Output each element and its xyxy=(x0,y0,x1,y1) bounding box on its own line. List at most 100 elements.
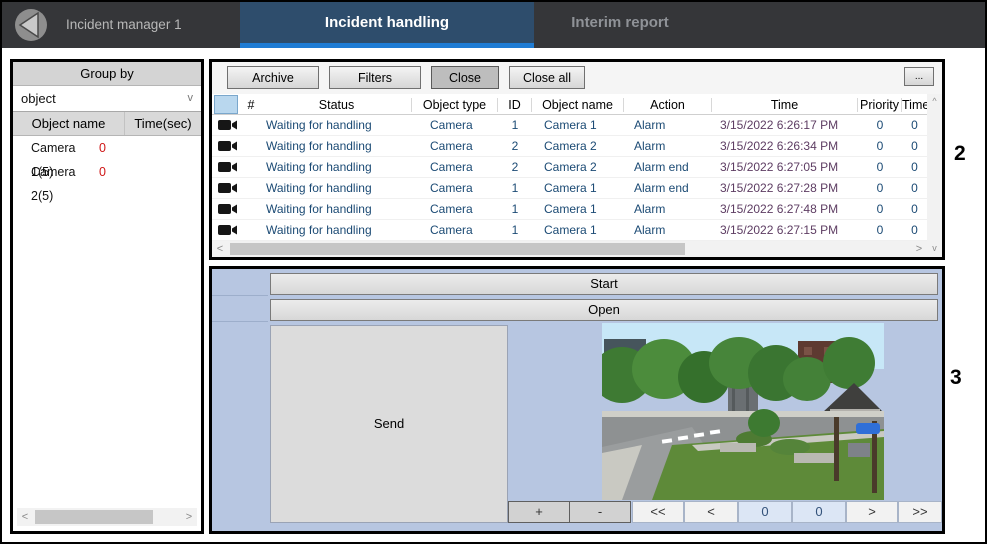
time-cell: 3/15/2022 6:26:17 PM xyxy=(720,118,839,132)
scroll-left-icon[interactable]: < xyxy=(212,240,228,258)
scroll-down-icon[interactable]: v xyxy=(927,241,942,255)
group-by-header: Group by xyxy=(13,62,201,86)
close-button[interactable]: Close xyxy=(431,66,499,89)
id-cell: 2 xyxy=(511,139,519,153)
tab-interim-report[interactable]: Interim report xyxy=(534,2,706,48)
action-cell: Alarm xyxy=(634,223,666,237)
column-status[interactable]: Status xyxy=(262,97,412,112)
time-cell: 3/15/2022 6:26:34 PM xyxy=(720,139,839,153)
incident-row[interactable]: Waiting for handling Camera 1 Camera 1 A… xyxy=(212,115,927,136)
incident-row[interactable]: Waiting for handling Camera 2 Camera 2 A… xyxy=(212,136,927,157)
time-cell: 3/15/2022 6:27:28 PM xyxy=(720,181,839,195)
chevron-down-icon: v xyxy=(187,92,194,104)
rewind-button[interactable]: << xyxy=(632,501,684,523)
zoom-in-button[interactable]: + xyxy=(508,501,570,523)
incident-list-panel: Archive Filters Close Close all ... # St… xyxy=(209,59,945,260)
fast-forward-button[interactable]: >> xyxy=(898,501,942,523)
object-type-cell: Camera xyxy=(430,139,473,153)
annotation-label-3: 3 xyxy=(950,366,962,389)
column-object-name[interactable]: Object name xyxy=(532,97,624,112)
time2-cell: 0 xyxy=(911,160,918,174)
handling-left-column xyxy=(212,269,268,531)
step-back-button[interactable]: < xyxy=(684,501,738,523)
priority-cell: 0 xyxy=(876,160,884,174)
time2-cell: 0 xyxy=(911,202,918,216)
column-time2[interactable]: Time( xyxy=(902,98,927,112)
column-action[interactable]: Action xyxy=(624,97,712,112)
column-id[interactable]: ID xyxy=(498,97,532,112)
incident-row[interactable]: Waiting for handling Camera 1 Camera 1 A… xyxy=(212,220,927,241)
incident-toolbar: Archive Filters Close Close all ... xyxy=(212,62,942,94)
more-options-button[interactable]: ... xyxy=(904,67,934,86)
send-button[interactable]: Send xyxy=(270,325,508,523)
scroll-right-icon[interactable]: > xyxy=(181,508,197,526)
group-by-dropdown[interactable]: object v xyxy=(13,86,201,112)
scroll-right-icon[interactable]: > xyxy=(911,240,927,258)
incident-horizontal-scrollbar[interactable]: < > xyxy=(212,241,927,257)
object-type-cell: Camera xyxy=(430,160,473,174)
column-priority[interactable]: Priority xyxy=(858,97,902,112)
incident-grid: # Status Object type ID Object name Acti… xyxy=(212,94,927,241)
start-button[interactable]: Start xyxy=(270,273,938,295)
object-name-cell: Camera 1 xyxy=(544,202,597,216)
id-cell: 1 xyxy=(511,223,519,237)
step-forward-button[interactable]: > xyxy=(846,501,898,523)
time-cell: 3/15/2022 6:27:15 PM xyxy=(720,223,839,237)
camera-icon xyxy=(218,183,237,193)
incident-vertical-scrollbar[interactable]: ^ v xyxy=(927,94,942,257)
group-by-panel: Group by object v Object name Time(sec) … xyxy=(10,59,204,534)
scroll-up-icon[interactable]: ^ xyxy=(927,94,942,108)
id-cell: 2 xyxy=(511,160,519,174)
left-cell xyxy=(212,269,268,296)
incident-row[interactable]: Waiting for handling Camera 1 Camera 1 A… xyxy=(212,178,927,199)
scrollbar-thumb[interactable] xyxy=(35,510,153,524)
object-name-cell: Camera 2 xyxy=(544,160,597,174)
group-row-camera1[interactable]: Camera 1(5) 0 xyxy=(13,136,201,179)
group-table-header: Object name Time(sec) xyxy=(13,112,201,136)
incident-manager-window: Incident manager 1 Incident handling Int… xyxy=(0,0,987,544)
priority-cell: 0 xyxy=(876,223,884,237)
incident-grid-header: # Status Object type ID Object name Acti… xyxy=(212,94,927,115)
camera-icon xyxy=(218,141,237,151)
id-cell: 1 xyxy=(511,118,519,132)
action-cell: Alarm end xyxy=(634,181,689,195)
app-logo-icon xyxy=(15,9,47,41)
scroll-left-icon[interactable]: < xyxy=(17,508,33,526)
open-button[interactable]: Open xyxy=(270,299,938,321)
object-name-cell: Camera 2 xyxy=(544,139,597,153)
annotation-label-2: 2 xyxy=(954,142,966,165)
column-num: # xyxy=(247,97,255,112)
object-name: Camera 2(5) xyxy=(31,165,76,203)
column-time[interactable]: Time xyxy=(712,97,858,112)
time2-cell: 0 xyxy=(911,223,918,237)
id-cell: 1 xyxy=(511,181,519,195)
incident-row[interactable]: Waiting for handling Camera 1 Camera 1 A… xyxy=(212,199,927,220)
status-cell: Waiting for handling xyxy=(266,223,372,237)
status-cell: Waiting for handling xyxy=(266,139,372,153)
time-value: 0 xyxy=(99,165,106,179)
group-row-camera2[interactable]: Camera 2(5) 0 xyxy=(13,160,201,203)
camera-icon xyxy=(218,120,237,130)
object-name-cell: Camera 1 xyxy=(544,181,597,195)
filters-button[interactable]: Filters xyxy=(329,66,421,89)
column-object-type[interactable]: Object type xyxy=(412,97,498,112)
tab-label: Incident handling xyxy=(324,14,450,31)
select-column-header[interactable] xyxy=(214,95,238,114)
group-by-dropdown-value: object xyxy=(21,91,56,106)
object-name-cell: Camera 1 xyxy=(544,118,597,132)
incident-row[interactable]: Waiting for handling Camera 2 Camera 2 A… xyxy=(212,157,927,178)
incident-grid-body: Waiting for handling Camera 1 Camera 1 A… xyxy=(212,115,927,241)
close-all-button[interactable]: Close all xyxy=(509,66,585,89)
status-cell: Waiting for handling xyxy=(266,202,372,216)
tab-incident-handling[interactable]: Incident handling xyxy=(240,2,534,48)
zoom-out-button[interactable]: - xyxy=(569,501,631,523)
priority-cell: 0 xyxy=(876,202,884,216)
status-cell: Waiting for handling xyxy=(266,181,372,195)
archive-button[interactable]: Archive xyxy=(227,66,319,89)
scrollbar-thumb[interactable] xyxy=(230,243,685,255)
priority-cell: 0 xyxy=(876,181,884,195)
group-horizontal-scrollbar[interactable]: < > xyxy=(17,508,197,526)
object-type-cell: Camera xyxy=(430,118,473,132)
time-cell: 3/15/2022 6:27:05 PM xyxy=(720,160,839,174)
column-time-sec: Time(sec) xyxy=(134,116,192,131)
